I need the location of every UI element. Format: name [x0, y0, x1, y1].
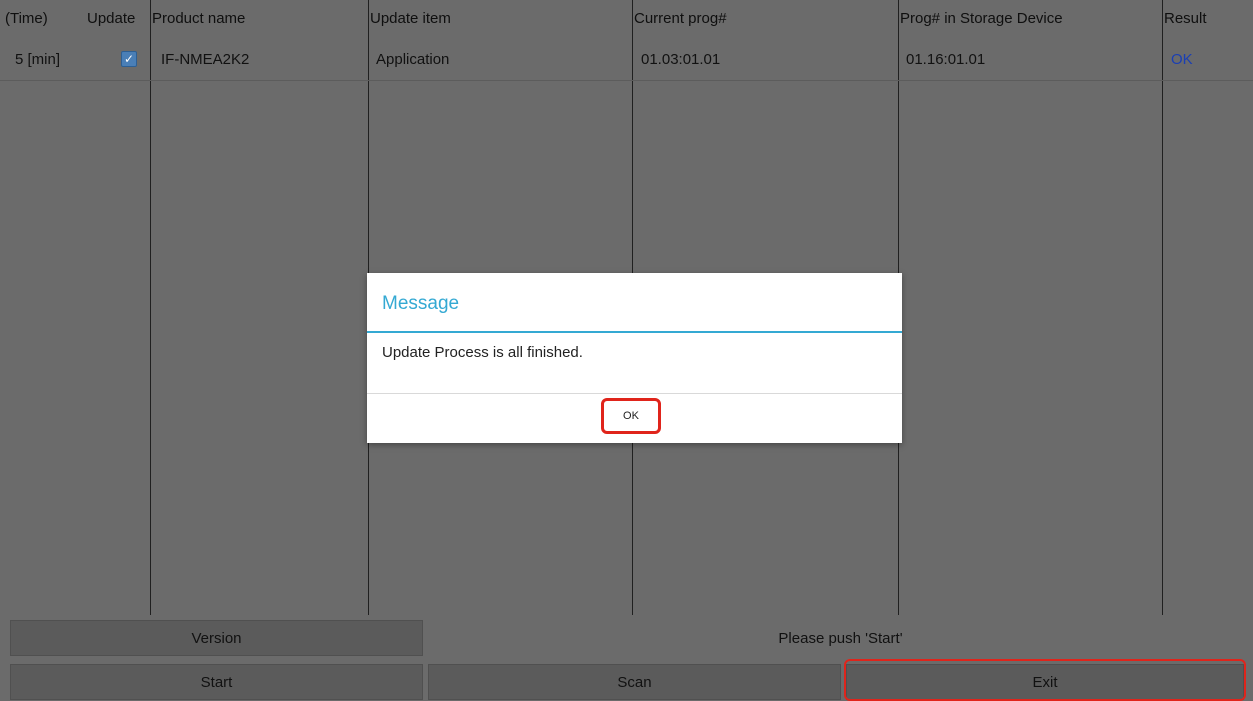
scan-button[interactable]: Scan	[428, 664, 841, 700]
row-result: OK	[1171, 50, 1193, 68]
status-text: Please push 'Start'	[778, 629, 903, 647]
column-divider	[1162, 0, 1163, 615]
row-time: 5 [min]	[15, 50, 61, 68]
header-time: (Time)	[5, 9, 48, 27]
dialog-message: Update Process is all finished.	[382, 344, 583, 361]
header-update-item: Update item	[370, 9, 451, 27]
dialog-title-divider	[367, 331, 902, 333]
exit-highlight	[844, 659, 1246, 701]
row-current-prog: 01.03:01.01	[641, 50, 721, 68]
row-product-name: IF-NMEA2K2	[161, 50, 250, 68]
header-result: Result	[1164, 9, 1207, 27]
header-current-prog: Current prog#	[634, 9, 727, 27]
column-divider	[150, 0, 151, 615]
header-prog-storage: Prog# in Storage Device	[900, 9, 1063, 27]
message-dialog: Message Update Process is all finished. …	[367, 273, 902, 443]
dialog-title: Message	[382, 293, 460, 314]
update-checkbox[interactable]: ✓	[121, 51, 137, 67]
start-button[interactable]: Start	[10, 664, 423, 700]
dialog-ok-button[interactable]: OK	[601, 398, 661, 434]
dialog-button-separator	[367, 393, 902, 394]
row-update-item: Application	[376, 50, 450, 68]
table-header: (Time) Update Product name Update item C…	[0, 0, 1253, 36]
row-prog-storage: 01.16:01.01	[906, 50, 986, 68]
header-update: Update	[87, 9, 136, 27]
checkmark-icon: ✓	[123, 52, 135, 66]
header-product-name: Product name	[152, 9, 246, 27]
table-row[interactable]: 5 [min] ✓ IF-NMEA2K2 Application 01.03:0…	[0, 38, 1253, 81]
version-button[interactable]: Version	[10, 620, 423, 656]
